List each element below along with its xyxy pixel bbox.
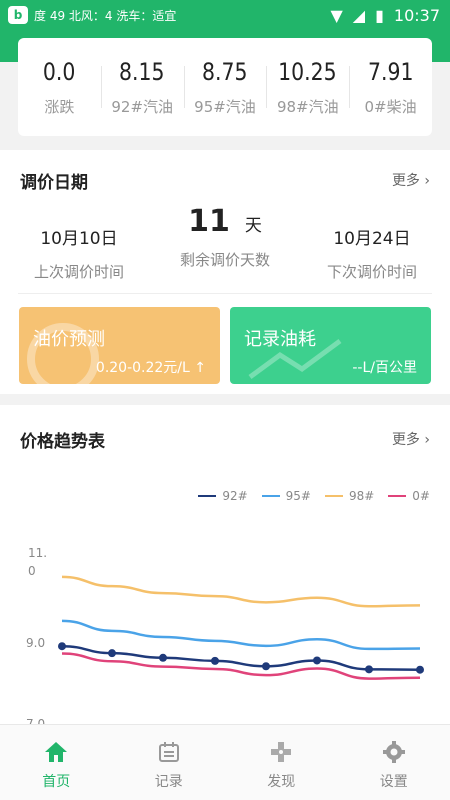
record-title: 记录油耗 (244, 329, 316, 350)
y-tick-label: 11. (28, 546, 47, 560)
legend-label: 95# (285, 489, 311, 503)
forecast-card[interactable]: 油价预测 0.20-0.22元/L ↑ (19, 307, 220, 384)
chevron-right-icon: › (424, 432, 430, 448)
legend-item: 98# (324, 489, 375, 503)
nav-label: 首页 (42, 774, 71, 790)
series-line-0# (61, 652, 421, 680)
price-label: 0#柴油 (364, 97, 417, 116)
data-point (58, 642, 66, 651)
app-logo-icon: b (8, 6, 28, 24)
wifi-icon: ▼ (330, 5, 343, 25)
last-adjust-date: 10月10日 上次调价时间 (24, 224, 134, 282)
legend-item: 92# (198, 489, 248, 503)
price-label: 涨跌 (44, 97, 75, 116)
price-trend-chart: 11.09.07.0 (20, 546, 450, 740)
next-date-label: 下次调价时间 (326, 263, 417, 281)
price-label: 98#汽油 (276, 97, 339, 116)
data-point (108, 649, 116, 658)
data-point (159, 653, 167, 662)
bottom-nav: 首页 记录 发现 设置 (0, 724, 450, 800)
price-cell-98[interactable]: 10.25 98#汽油 (266, 38, 349, 136)
home-icon (43, 739, 69, 765)
section-divider (18, 293, 432, 294)
status-weather-text: 度 49 北风：4 洗车：适宜 (34, 8, 177, 23)
data-point (313, 656, 321, 665)
adjust-title: 调价日期 (20, 173, 88, 193)
legend-label: 92# (222, 489, 248, 503)
price-value: 0.0 (43, 57, 76, 86)
record-card[interactable]: 记录油耗 --L/百公里 (230, 307, 431, 384)
price-summary-card: 0.0 涨跌 8.15 92#汽油 8.75 95#汽油 10.25 98#汽油… (18, 38, 432, 136)
data-point (416, 665, 424, 674)
remaining-days-label: 剩余调价天数 (179, 251, 270, 269)
remaining-days-value: 11 (188, 204, 230, 239)
record-value: --L/百公里 (352, 360, 417, 376)
nav-label: 记录 (154, 774, 183, 790)
data-point (365, 665, 373, 674)
nav-settings[interactable]: 设置 (338, 725, 450, 800)
forecast-title: 油价预测 (33, 329, 105, 350)
next-date-value: 10月24日 (333, 229, 411, 249)
nav-record[interactable]: 记录 (113, 725, 226, 800)
next-adjust-date: 10月24日 下次调价时间 (316, 224, 428, 282)
legend-swatch (388, 495, 407, 497)
nav-home[interactable]: 首页 (0, 725, 113, 800)
nav-label: 设置 (379, 774, 408, 790)
chevron-right-icon: › (424, 173, 430, 189)
legend-swatch (324, 495, 343, 497)
last-date-value: 10月10日 (40, 229, 118, 249)
legend-label: 0# (412, 489, 430, 503)
data-point (211, 656, 219, 665)
legend-swatch (198, 495, 217, 497)
chart-legend: 92# 95# 98# 0# (198, 489, 430, 503)
price-label: 92#汽油 (111, 97, 174, 116)
trend-title: 价格趋势表 (20, 432, 105, 452)
status-bar: b 度 49 北风：4 洗车：适宜 ▼ ◢ ▮ 10:37 (0, 0, 450, 30)
legend-item: 0# (388, 489, 430, 503)
forecast-value: 0.20-0.22元/L ↑ (95, 360, 206, 376)
series-line-95# (61, 619, 421, 651)
price-cell-diesel[interactable]: 7.91 0#柴油 (349, 38, 432, 136)
nav-discover[interactable]: 发现 (225, 725, 338, 800)
price-value: 7.91 (367, 57, 414, 86)
calendar-icon (156, 739, 182, 765)
price-value: 10.25 (278, 57, 337, 86)
remaining-days-unit: 天 (244, 216, 262, 236)
series-line-98# (61, 575, 421, 608)
trend-section: 价格趋势表 更多 › 92# 95# 98# 0# 11.09.07.0 (0, 405, 450, 740)
remaining-days: 11 天 剩余调价天数 (165, 204, 285, 270)
gear-icon (381, 739, 407, 765)
data-point (262, 662, 270, 671)
more-label: 更多 (391, 173, 420, 189)
adjust-more-link[interactable]: 更多 › (392, 170, 430, 190)
trend-more-link[interactable]: 更多 › (392, 429, 430, 449)
more-label: 更多 (391, 432, 420, 448)
price-label: 95#汽油 (194, 97, 256, 116)
y-tick-label: 0 (28, 564, 36, 578)
battery-icon: ▮ (375, 5, 384, 25)
price-value: 8.15 (119, 57, 165, 86)
last-date-label: 上次调价时间 (33, 263, 124, 281)
price-cell-change[interactable]: 0.0 涨跌 (18, 38, 101, 136)
price-cell-92[interactable]: 8.15 92#汽油 (100, 38, 184, 136)
discover-icon (268, 739, 294, 765)
clock: 10:37 (393, 5, 440, 25)
y-tick-label: 9.0 (26, 636, 45, 650)
price-value: 8.75 (202, 57, 248, 86)
legend-item: 95# (261, 489, 311, 503)
adjust-section: 调价日期 更多 › 10月10日 上次调价时间 11 天 剩余调价天数 10月2… (0, 150, 450, 394)
legend-label: 98# (348, 489, 375, 503)
nav-label: 发现 (267, 774, 296, 790)
price-cell-95[interactable]: 8.75 95#汽油 (183, 38, 267, 136)
legend-swatch (261, 495, 280, 497)
signal-icon: ◢ (352, 5, 366, 25)
